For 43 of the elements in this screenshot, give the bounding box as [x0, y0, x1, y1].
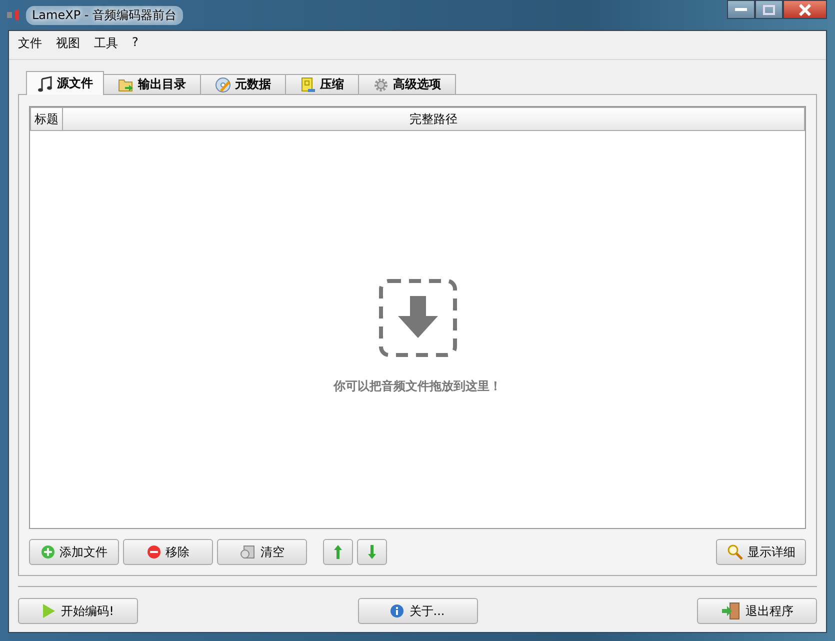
menu-item[interactable]: 工具	[94, 35, 118, 52]
drop-download-icon	[378, 278, 458, 358]
menu-item[interactable]: 视图	[56, 35, 80, 52]
close-icon	[798, 4, 812, 16]
music-note-icon	[37, 76, 53, 92]
column-header[interactable]: 标题	[30, 107, 63, 131]
arrow-down-icon	[367, 544, 377, 560]
archive-icon	[300, 76, 316, 92]
door-exit-icon	[720, 602, 740, 620]
minimize-button[interactable]	[727, 0, 755, 19]
about-button[interactable]: 关于...	[358, 598, 478, 624]
minus-icon	[146, 545, 160, 559]
gear-icon	[373, 76, 389, 92]
tab[interactable]: 输出目录	[103, 74, 201, 94]
info-icon	[390, 604, 404, 618]
tab[interactable]: 元数据	[200, 74, 286, 94]
move-down-button[interactable]	[357, 539, 387, 565]
arrow-up-icon	[333, 544, 343, 560]
close-button[interactable]	[783, 0, 827, 19]
window-title: LameXP - 音频编码器前台	[26, 6, 183, 24]
eraser-icon	[240, 545, 256, 559]
speaker-icon	[6, 9, 22, 21]
remove-button[interactable]: 移除	[123, 539, 213, 565]
folder-arrow-icon	[118, 76, 134, 92]
plus-icon	[40, 545, 54, 559]
maximize-button[interactable]	[755, 0, 783, 19]
menu-item[interactable]: ?	[132, 35, 138, 52]
exit-button[interactable]: 退出程序	[697, 598, 817, 624]
play-icon	[42, 603, 56, 619]
move-up-button[interactable]	[323, 539, 353, 565]
add-files-button[interactable]: 添加文件	[29, 539, 119, 565]
clear-button[interactable]: 清空	[217, 539, 307, 565]
start-encoding-button[interactable]: 开始编码!	[18, 598, 138, 624]
tab[interactable]: 压缩	[285, 74, 359, 94]
show-details-button[interactable]: 显示详细	[716, 539, 806, 565]
menu-item[interactable]: 文件	[18, 35, 42, 52]
minimize-icon	[735, 8, 747, 12]
drop-hint: 你可以把音频文件拖放到这里！	[334, 378, 502, 395]
tab[interactable]: 高级选项	[358, 74, 456, 94]
search-icon	[726, 544, 742, 560]
maximize-icon	[763, 4, 775, 14]
column-header[interactable]: 完整路径	[63, 107, 805, 131]
tab[interactable]: 源文件	[26, 71, 104, 95]
